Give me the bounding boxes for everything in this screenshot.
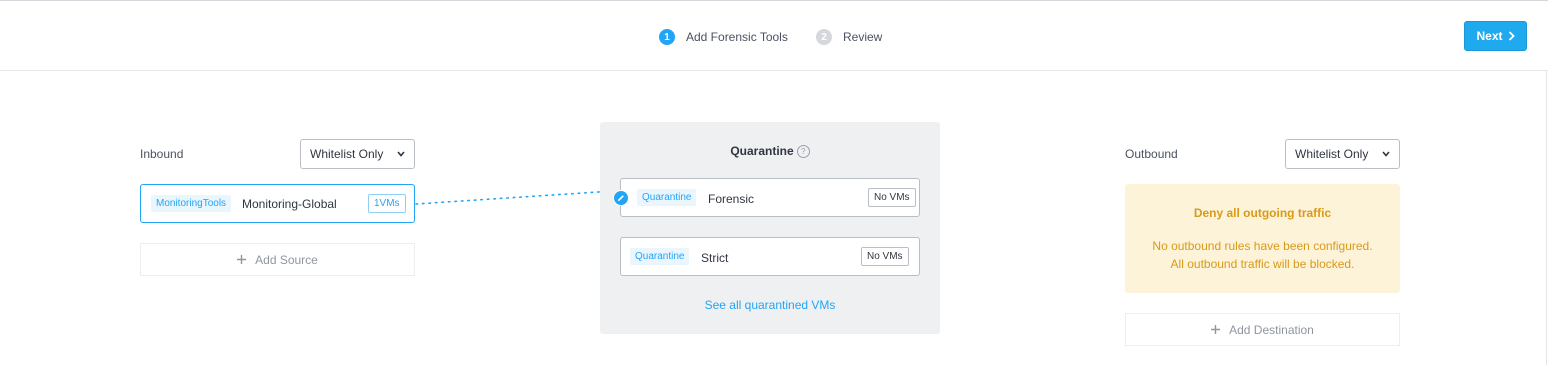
chevron-down-icon xyxy=(397,151,405,157)
outbound-warning-box: Deny all outgoing traffic No outbound ru… xyxy=(1125,184,1400,293)
warning-message-line: No outbound rules have been configured. xyxy=(1152,239,1373,253)
warning-title: Deny all outgoing traffic xyxy=(1193,206,1332,220)
add-source-button[interactable]: Add Source xyxy=(140,243,415,276)
warning-message-line: All outbound traffic will be blocked. xyxy=(1170,257,1355,271)
plus-icon xyxy=(1211,325,1221,334)
quarantine-panel: Quarantine ? Quarantine Forensic No VMs … xyxy=(600,122,940,334)
step-number-badge: 2 xyxy=(816,29,832,45)
inbound-dropdown-value: Whitelist Only xyxy=(310,147,384,161)
source-name: Monitoring-Global xyxy=(242,197,337,211)
vm-count-badge[interactable]: No VMs xyxy=(861,247,909,266)
inbound-label: Inbound xyxy=(140,147,184,161)
outbound-dropdown-value: Whitelist Only xyxy=(1295,147,1369,161)
inbound-source-card[interactable]: MonitoringTools Monitoring-Global 1VMs xyxy=(140,184,415,223)
add-source-label: Add Source xyxy=(255,252,318,267)
step-review[interactable]: 2 Review xyxy=(816,28,882,46)
inbound-whitelist-dropdown[interactable]: Whitelist Only xyxy=(300,139,415,169)
chevron-down-icon xyxy=(1382,151,1390,157)
category-tag: Quarantine xyxy=(637,189,697,206)
vm-count-badge[interactable]: No VMs xyxy=(868,188,916,207)
quarantine-policy-strict[interactable]: Quarantine Strict No VMs xyxy=(620,237,920,276)
edit-pencil-icon[interactable] xyxy=(613,190,629,206)
quarantine-policy-forensic[interactable]: Quarantine Forensic No VMs xyxy=(613,178,920,217)
next-button-label: Next xyxy=(1476,29,1503,43)
step-add-forensic-tools[interactable]: 1 Add Forensic Tools xyxy=(659,28,788,46)
policy-name: Strict xyxy=(701,251,729,265)
step-label: Review xyxy=(843,30,883,44)
outbound-label: Outbound xyxy=(1125,147,1178,161)
next-button[interactable]: Next xyxy=(1464,21,1527,51)
category-tag: MonitoringTools xyxy=(151,195,232,212)
step-number-badge: 1 xyxy=(659,29,675,45)
window-right-border xyxy=(1546,70,1547,365)
wizard-header: 1 Add Forensic Tools 2 Review Next xyxy=(0,1,1548,71)
vm-count-badge[interactable]: 1VMs xyxy=(368,194,406,213)
chevron-right-icon xyxy=(1508,31,1515,41)
quarantine-title: Quarantine ? xyxy=(600,144,940,158)
step-label: Add Forensic Tools xyxy=(686,30,788,44)
see-all-quarantined-link[interactable]: See all quarantined VMs xyxy=(600,298,940,312)
help-icon[interactable]: ? xyxy=(796,144,810,158)
add-destination-button[interactable]: Add Destination xyxy=(1125,313,1400,346)
category-tag: Quarantine xyxy=(630,248,690,265)
quarantine-title-text: Quarantine xyxy=(730,144,794,158)
plus-icon xyxy=(237,255,247,264)
policy-name: Forensic xyxy=(708,192,755,206)
add-destination-label: Add Destination xyxy=(1229,322,1314,337)
outbound-whitelist-dropdown[interactable]: Whitelist Only xyxy=(1285,139,1400,169)
